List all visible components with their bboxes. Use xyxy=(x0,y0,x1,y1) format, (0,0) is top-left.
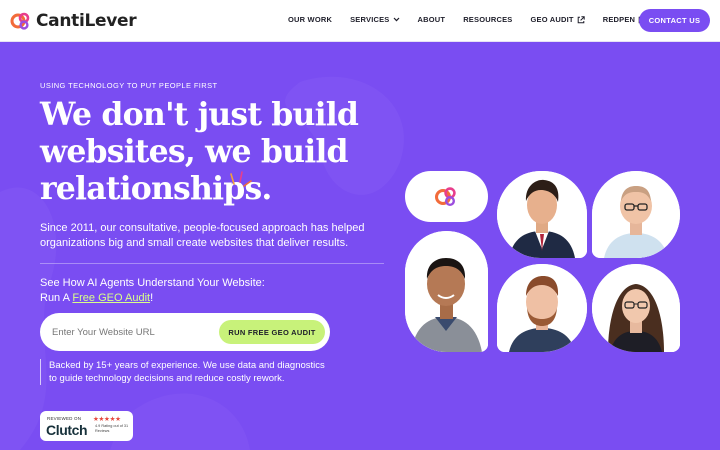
logo-tile xyxy=(405,171,488,222)
rating-stars: ★★★★★ xyxy=(93,416,121,423)
team-photo xyxy=(592,171,680,258)
team-member-portrait xyxy=(497,264,587,352)
clutch-rating-text: 4.9 Rating out of 31 Reviews xyxy=(95,424,129,433)
geo-cta-line: Run A Free GEO Audit! xyxy=(40,291,265,306)
geo-cta-suffix: ! xyxy=(150,292,154,304)
contact-us-button[interactable]: CONTACT US xyxy=(639,9,710,32)
team-member-portrait xyxy=(592,171,680,258)
divider xyxy=(40,263,384,264)
nav-services[interactable]: SERVICES xyxy=(350,15,399,24)
nav-our-work[interactable]: OUR WORK xyxy=(288,15,332,24)
sparkle-icon xyxy=(230,171,252,187)
team-member-portrait xyxy=(497,171,587,258)
hero-subtext: Since 2011, our consultative, people-foc… xyxy=(40,222,365,249)
nav-label: SERVICES xyxy=(350,15,390,24)
team-photo xyxy=(592,264,680,352)
geo-audit-form: RUN FREE GEO AUDIT xyxy=(40,313,330,351)
team-photo xyxy=(497,171,587,258)
cantilever-logo-icon xyxy=(10,12,30,30)
geo-audit-cta: See How AI Agents Understand Your Websit… xyxy=(40,276,265,306)
nav-label: ABOUT xyxy=(417,15,446,24)
clutch-badge[interactable]: REVIEWED ON Clutch ★★★★★ 4.9 Rating out … xyxy=(40,411,133,441)
geo-cta-line: See How AI Agents Understand Your Websit… xyxy=(40,277,265,289)
headline-line: relationships. xyxy=(40,170,272,207)
team-photo xyxy=(405,231,488,352)
brand-logo[interactable]: CantiLever xyxy=(10,10,137,32)
experience-note: Backed by 15+ years of experience. We us… xyxy=(40,359,330,385)
external-link-icon xyxy=(577,15,585,23)
cantilever-logo-icon xyxy=(435,187,456,207)
headline-line: We don't just build xyxy=(40,96,359,133)
team-photo xyxy=(497,264,587,352)
nav-label: GEO AUDIT xyxy=(530,15,574,24)
team-member-portrait xyxy=(405,231,488,352)
website-url-input[interactable] xyxy=(52,323,212,341)
nav-geo-audit[interactable]: GEO AUDIT xyxy=(531,15,585,24)
nav-label: RESOURCES xyxy=(463,15,513,24)
headline-line: websites, we build xyxy=(40,133,349,170)
hero-headline: We don't just build websites, we build r… xyxy=(40,96,370,207)
main-nav: OUR WORK SERVICES ABOUT RESOURCES GEO AU… xyxy=(288,15,646,24)
nav-about[interactable]: ABOUT xyxy=(418,15,446,24)
hero-eyebrow: USING TECHNOLOGY TO PUT PEOPLE FIRST xyxy=(40,81,218,90)
clutch-reviewed-on: REVIEWED ON xyxy=(47,416,82,421)
free-geo-audit-link[interactable]: Free GEO Audit xyxy=(72,292,150,304)
brand-name: CantiLever xyxy=(36,11,137,31)
run-geo-audit-button[interactable]: RUN FREE GEO AUDIT xyxy=(219,320,325,344)
nav-label: OUR WORK xyxy=(288,15,333,24)
clutch-logo-text: Clutch xyxy=(46,422,88,438)
team-member-portrait xyxy=(592,264,680,352)
geo-cta-prefix: Run A xyxy=(40,292,73,304)
nav-label: REDPEN xyxy=(602,15,636,24)
site-header: CantiLever OUR WORK SERVICES ABOUT RESOU… xyxy=(0,0,720,42)
nav-resources[interactable]: RESOURCES xyxy=(463,15,512,24)
chevron-down-icon xyxy=(393,17,399,22)
